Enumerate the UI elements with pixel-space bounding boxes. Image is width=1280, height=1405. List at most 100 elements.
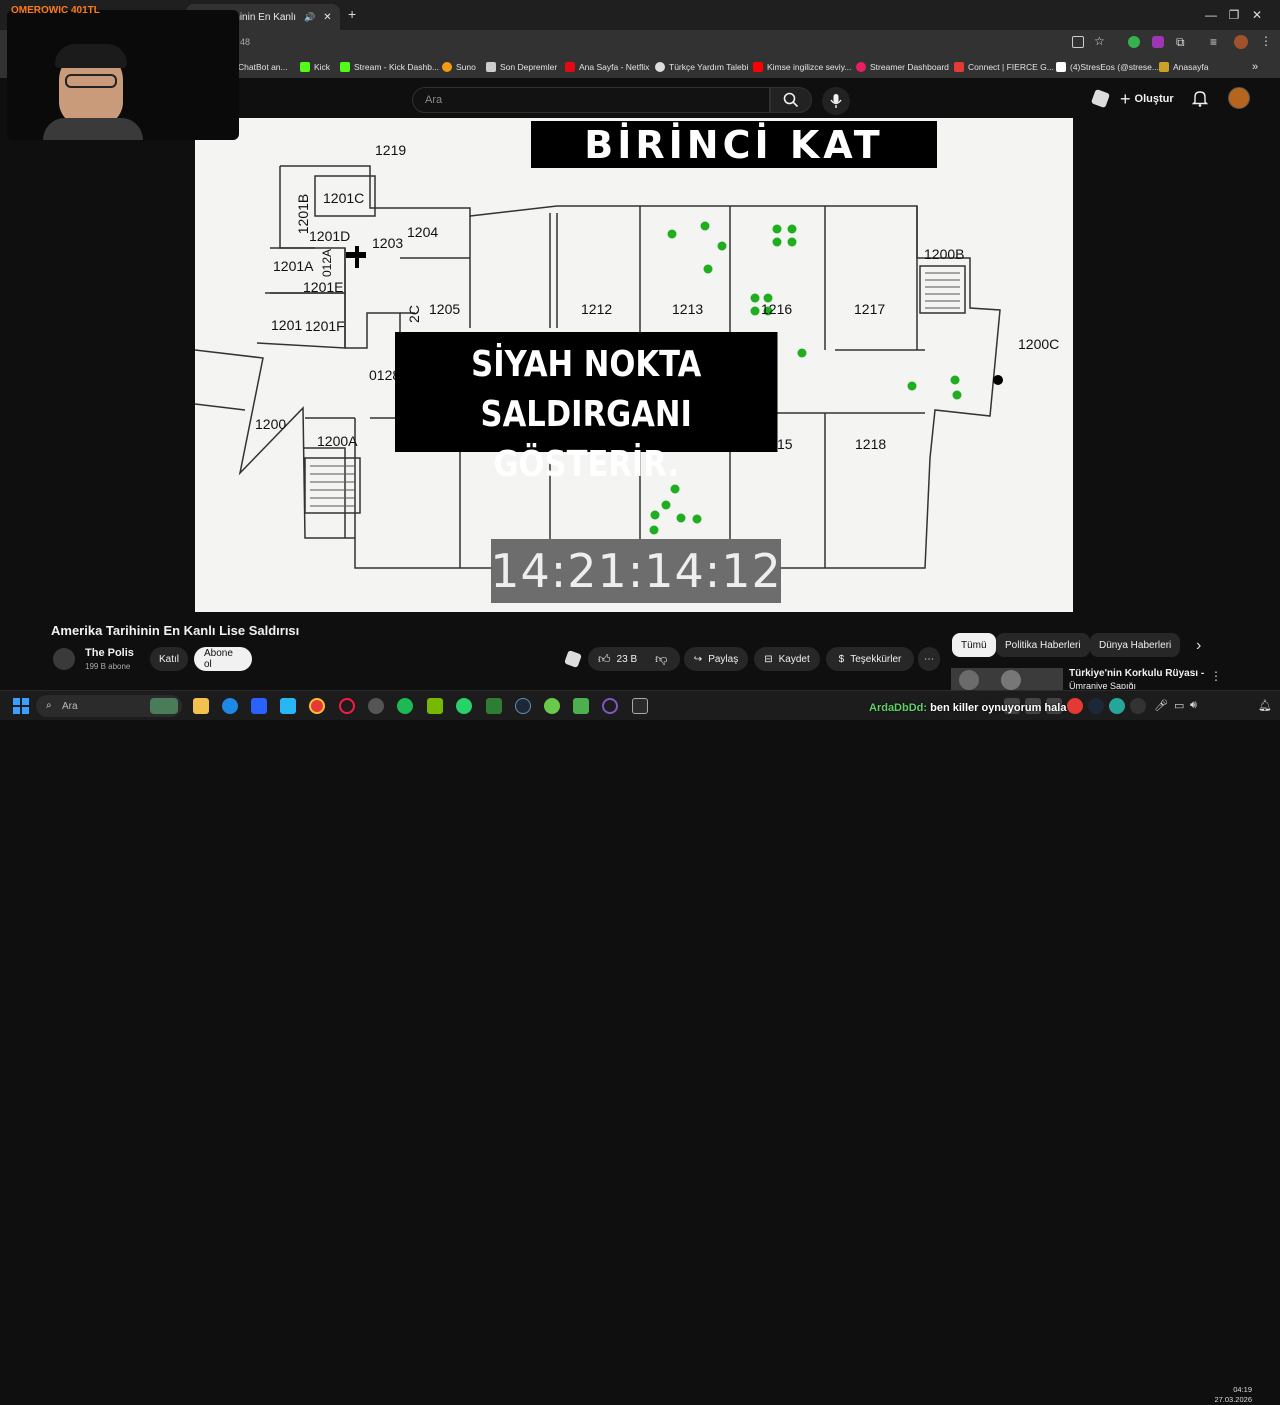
edge-icon[interactable] <box>222 698 238 714</box>
file-explorer-icon[interactable] <box>193 698 209 714</box>
minecraft-icon[interactable] <box>573 698 589 714</box>
windows-taskbar: Ara ⌕ 🎤︎ ▭ 🔊︎ 04:19 27.03.2026 🔔︎ <box>0 690 1280 1404</box>
media-controls-icon[interactable]: ≡ <box>1210 35 1217 49</box>
chrome-icon[interactable] <box>309 698 325 714</box>
spotify-icon[interactable] <box>397 698 413 714</box>
obs-icon[interactable] <box>368 698 384 714</box>
extension-icon[interactable] <box>1128 36 1140 48</box>
bookmark-item[interactable]: Son Depremler <box>486 60 557 74</box>
chip-politics[interactable]: Politika Haberleri <box>996 633 1090 657</box>
extension-badge-icon[interactable] <box>1090 88 1111 109</box>
home-icon <box>1159 62 1169 72</box>
bookmark-item[interactable]: Kick <box>300 60 330 74</box>
extension-badge-icon[interactable] <box>564 650 582 668</box>
opera-icon[interactable] <box>339 698 355 714</box>
bookmark-item[interactable]: (4)StresEos (@strese... <box>1056 60 1159 74</box>
like-icon[interactable]: 👍︎ <box>598 652 611 667</box>
terminal-icon[interactable] <box>486 698 502 714</box>
display-icon[interactable]: ▭ <box>1174 699 1184 712</box>
bookmark-item[interactable]: Stream - Kick Dashb... <box>340 60 439 74</box>
like-count[interactable]: 23 B <box>617 654 638 665</box>
save-button[interactable]: ⊟ Kaydet <box>754 647 820 671</box>
tray-icon[interactable] <box>1067 698 1083 714</box>
room-label: 1201C <box>323 190 365 206</box>
extensions-puzzle-icon[interactable]: ⧉ <box>1176 35 1185 50</box>
epic-games-icon[interactable] <box>632 698 648 714</box>
steam-icon[interactable] <box>515 698 531 714</box>
search-highlight-icon <box>150 698 178 714</box>
room-label: 2C <box>405 305 422 323</box>
bookmark-item[interactable]: ChatBot an... <box>238 60 288 74</box>
bookmark-item[interactable]: Türkçe Yardım Talebi <box>655 60 748 74</box>
account-avatar[interactable] <box>1228 87 1250 109</box>
recommended-title-line2[interactable]: Ümraniye Sapığı <box>1069 681 1136 689</box>
more-actions-icon[interactable]: ⋯ <box>918 647 940 671</box>
chip-world-news[interactable]: Dünya Haberleri <box>1090 633 1181 657</box>
whatsapp-icon[interactable] <box>456 698 472 714</box>
nvidia-icon[interactable] <box>427 698 443 714</box>
microphone-icon[interactable]: 🎤︎ <box>1154 699 1168 712</box>
app-icon[interactable] <box>280 698 296 714</box>
earthquake-icon <box>486 62 496 72</box>
streamer-hair <box>55 44 127 68</box>
bookmark-item[interactable]: Suno <box>442 60 476 74</box>
chevron-right-icon[interactable]: › <box>1196 637 1201 655</box>
more-options-icon[interactable]: ⋮ <box>1210 669 1222 683</box>
search-input[interactable]: Ara <box>412 87 770 113</box>
thanks-button[interactable]: $ Teşekkürler <box>826 647 914 671</box>
dislike-icon[interactable]: 👎︎ <box>655 652 667 667</box>
tray-icon[interactable] <box>1130 698 1146 714</box>
search-icon: ⌕ <box>46 700 52 711</box>
audio-icon[interactable]: 🔊 <box>304 12 315 23</box>
youtube-icon <box>753 62 763 72</box>
new-tab-icon[interactable]: + <box>348 6 356 22</box>
bookmark-item[interactable]: Connect | FIERCE G... <box>954 60 1054 74</box>
subscribe-button[interactable]: Abone ol <box>194 647 252 671</box>
channel-avatar[interactable] <box>53 648 75 670</box>
address-bar[interactable]: 48 <box>240 37 250 47</box>
room-label: 1205 <box>429 301 461 317</box>
bookmark-item[interactable]: Anasayfa <box>1159 60 1208 74</box>
room-label: 1201E <box>303 279 344 295</box>
bookmark-icon: ⊟ <box>764 653 773 665</box>
chip-all[interactable]: Tümü <box>952 633 996 657</box>
notification-bell-icon[interactable]: 🔔︎ <box>1258 699 1272 712</box>
room-label: 1217 <box>854 301 886 317</box>
plus-icon: + <box>1120 88 1131 109</box>
help-icon <box>655 62 665 72</box>
extension-icon[interactable] <box>1152 36 1164 48</box>
search-button[interactable] <box>770 87 812 113</box>
more-bookmarks-icon[interactable]: » <box>1252 60 1258 74</box>
app-icon[interactable] <box>602 698 618 714</box>
notifications-icon[interactable] <box>1191 89 1209 112</box>
game-launcher-icon[interactable] <box>544 698 560 714</box>
install-app-icon[interactable] <box>1072 36 1084 48</box>
tray-icon[interactable] <box>1109 698 1125 714</box>
browser-menu-icon[interactable]: ⋮ <box>1260 34 1272 48</box>
tiktok-icon <box>1056 62 1066 72</box>
close-window-icon[interactable]: ✕ <box>1234 0 1280 30</box>
channel-name[interactable]: The Polis <box>85 647 134 659</box>
video-player[interactable]: 1219 1201C 1201B 1204 1201D 1203 012A 12… <box>195 118 1073 612</box>
room-label: 1203 <box>372 235 404 251</box>
close-tab-icon[interactable]: ✕ <box>323 12 331 23</box>
recommended-thumbnail[interactable] <box>951 668 1063 690</box>
store-icon[interactable] <box>251 698 267 714</box>
create-button[interactable]: + Oluştur <box>1120 88 1174 110</box>
join-button[interactable]: Katıl <box>150 647 188 671</box>
tray-icon[interactable] <box>1088 698 1104 714</box>
profile-avatar[interactable] <box>1234 35 1248 49</box>
bookmark-star-icon[interactable]: ☆ <box>1094 34 1105 48</box>
bookmark-item[interactable]: Streamer Dashboard <box>856 60 949 74</box>
dashboard-icon <box>856 62 866 72</box>
bookmark-item[interactable]: Kimse ingilizce seviy... <box>753 60 851 74</box>
share-button[interactable]: ↪ Paylaş <box>684 647 748 671</box>
recommended-title[interactable]: Türkiye'nin Korkulu Rüyası - <box>1069 668 1204 679</box>
speaker-icon[interactable]: 🔊︎ <box>1190 699 1197 712</box>
start-icon[interactable] <box>13 698 29 714</box>
voice-search-button[interactable] <box>822 87 850 115</box>
room-label: 1201 <box>271 317 303 333</box>
chat-text: ben killer oynuyorum hala <box>927 702 1067 714</box>
bookmark-item[interactable]: Ana Sayfa - Netflix <box>565 60 649 74</box>
system-clock[interactable]: 04:19 27.03.2026 <box>1212 1385 1252 1405</box>
